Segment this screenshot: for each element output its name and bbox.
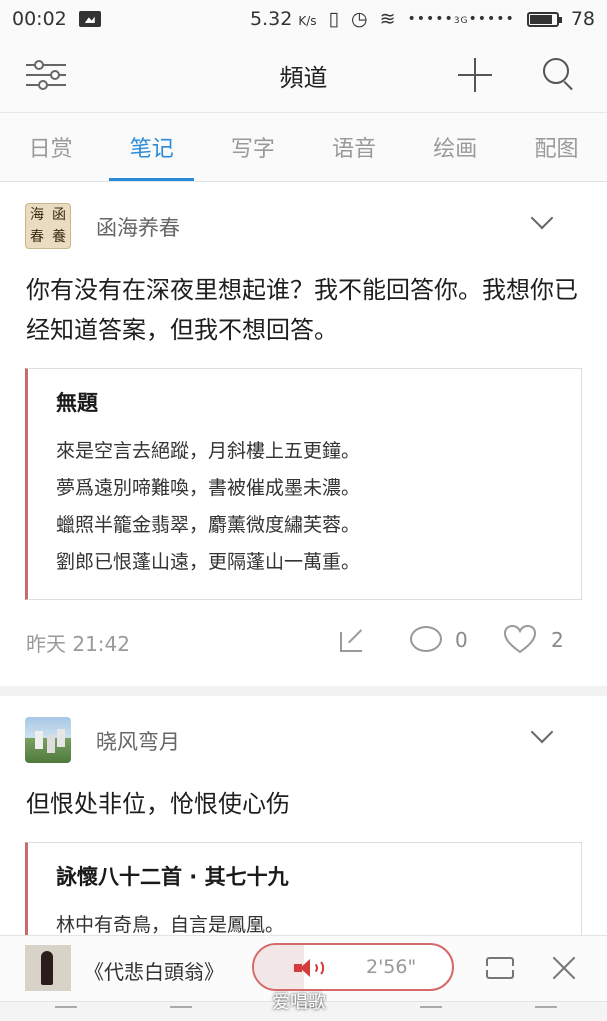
network-speed: 5.32 K/s <box>250 8 317 30</box>
quoted-poem-card[interactable]: 無題 來是空言去絕蹤，月斜樓上五更鐘。 夢爲遠別啼難喚，書被催成墨未濃。 蠟照半… <box>25 368 582 600</box>
author-name[interactable]: 函海养春 <box>96 212 180 242</box>
author-avatar[interactable]: 海函 春養 <box>25 203 71 249</box>
app-header: 頻道 <box>0 38 607 113</box>
share-icon[interactable] <box>340 626 368 652</box>
tab-huihua[interactable]: 绘画 <box>405 113 506 181</box>
battery-icon <box>526 11 562 27</box>
page-title: 頻道 <box>279 63 328 92</box>
status-time: 00:02 <box>12 8 67 30</box>
post-time: 昨天 21:42 <box>26 632 130 656</box>
poem-title: 詠懷八十二首 · 其七十九 <box>56 865 289 889</box>
tab-xiezi[interactable]: 写字 <box>202 113 303 181</box>
track-duration: 2'56" <box>366 956 417 978</box>
channel-tabs: 日赏 笔记 写字 语音 绘画 配图 <box>0 113 607 182</box>
wifi-icon: ≋ <box>379 8 396 30</box>
track-title[interactable]: 《代悲白頭翁》 <box>84 956 224 985</box>
nav-item[interactable] <box>170 1006 192 1018</box>
nav-item[interactable] <box>420 1006 442 1018</box>
poem-line: 夢爲遠別啼難喚，書被催成墨未濃。 <box>56 477 361 499</box>
like-icon[interactable] <box>503 624 537 654</box>
tab-yuyin[interactable]: 语音 <box>304 113 405 181</box>
comment-icon[interactable] <box>410 626 442 652</box>
poem-line: 蠟照半籠金翡翠，麝薰微度繡芙蓉。 <box>56 514 361 536</box>
speaker-icon[interactable] <box>294 958 324 978</box>
author-avatar[interactable] <box>25 717 71 763</box>
poem-line: 來是空言去絕蹤，月斜樓上五更鐘。 <box>56 440 361 462</box>
post-text[interactable]: 但恨处非位，怆恨使心伤 <box>0 784 607 824</box>
battery-level: 78 <box>570 8 595 30</box>
add-icon[interactable] <box>458 58 492 92</box>
nav-item[interactable] <box>55 1006 77 1018</box>
tab-peitu[interactable]: 配图 <box>506 113 607 181</box>
chevron-down-icon[interactable] <box>530 720 554 744</box>
tab-biji[interactable]: 笔记 <box>101 113 202 181</box>
gallery-notification-icon <box>78 11 101 27</box>
watermark: 爱唱歌 <box>272 992 326 1013</box>
status-bar: 00:02 5.32 K/s ▯ ◷ ≋ •••••3G••••• 78 <box>0 0 607 38</box>
post-footer: 昨天 21:42 0 2 <box>0 600 607 686</box>
poem-title: 無題 <box>56 391 98 415</box>
tab-rishang[interactable]: 日赏 <box>0 113 101 181</box>
vibrate-icon: ▯ <box>328 8 339 30</box>
signal-icon: •••••3G••••• <box>407 11 515 27</box>
alarm-icon: ◷ <box>351 8 368 30</box>
repeat-icon[interactable] <box>486 955 516 981</box>
filter-menu-icon[interactable] <box>26 60 66 90</box>
like-count: 2 <box>551 628 564 652</box>
post-text[interactable]: 你有没有在深夜里想起谁？我不能回答你。我想你已经知道答案，但我不想回答。 <box>0 270 607 350</box>
search-icon[interactable] <box>543 58 577 92</box>
track-thumbnail[interactable] <box>25 945 71 991</box>
playback-pill[interactable]: 2'56" <box>252 943 454 991</box>
author-name[interactable]: 晓风弯月 <box>96 726 180 756</box>
close-icon[interactable] <box>551 955 577 981</box>
feed-post: 晓风弯月 但恨处非位，怆恨使心伤 詠懷八十二首 · 其七十九 林中有奇鳥，自言是… <box>0 696 607 973</box>
feed-post: 海函 春養 函海养春 你有没有在深夜里想起谁？我不能回答你。我想你已经知道答案，… <box>0 182 607 696</box>
nav-item[interactable] <box>535 1006 557 1018</box>
chevron-down-icon[interactable] <box>530 206 554 230</box>
poem-line: 劉郎已恨蓬山遠，更隔蓬山一萬重。 <box>56 551 361 573</box>
comment-count: 0 <box>455 628 468 652</box>
feed-list: 海函 春養 函海养春 你有没有在深夜里想起谁？我不能回答你。我想你已经知道答案，… <box>0 182 607 973</box>
